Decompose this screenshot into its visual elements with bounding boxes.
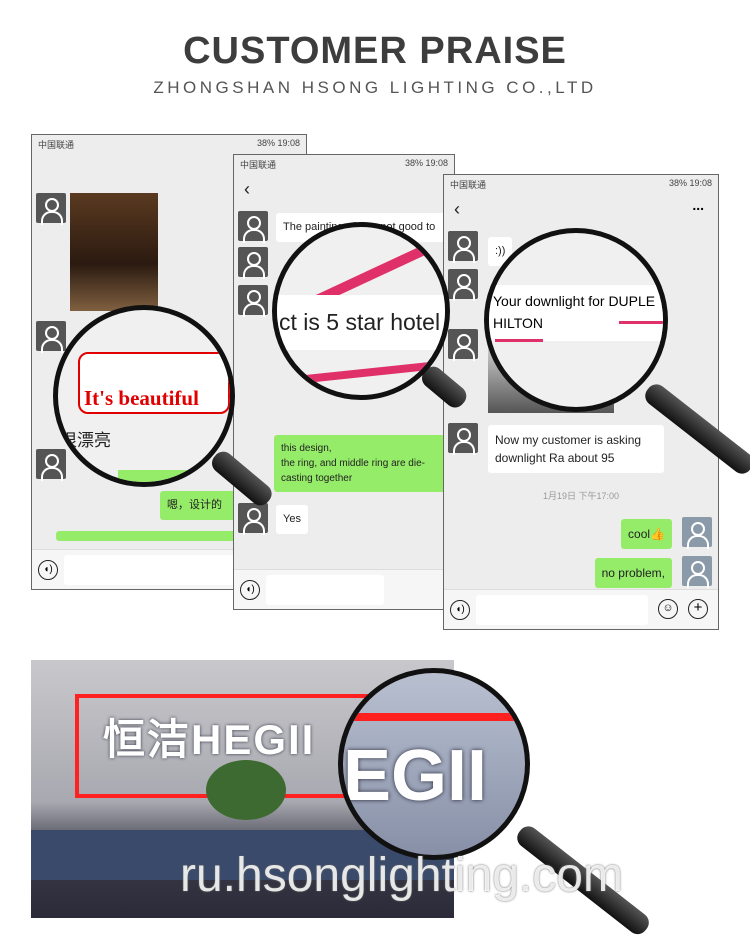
magnified-text: Your downlight for DUPLE bbox=[493, 293, 656, 309]
message-input[interactable] bbox=[266, 575, 384, 605]
avatar bbox=[36, 449, 66, 481]
status-bar: 中国联通 38% 19:08 bbox=[38, 138, 300, 150]
back-icon[interactable]: ‹ bbox=[244, 179, 250, 200]
restaurant-photo bbox=[70, 193, 158, 311]
message-bubble: no problem, bbox=[594, 558, 672, 588]
message-input[interactable] bbox=[64, 555, 236, 585]
message-input[interactable] bbox=[476, 595, 648, 625]
avatar bbox=[448, 423, 478, 455]
message-bubble: cool👍 bbox=[621, 519, 672, 549]
status-bar: 中国联通 38% 19:08 bbox=[450, 178, 712, 190]
message-bubble: Now my customer is asking downlight Ra a… bbox=[488, 425, 664, 473]
highlight-stroke bbox=[343, 713, 525, 721]
avatar bbox=[238, 211, 268, 243]
plus-icon[interactable]: + bbox=[688, 599, 708, 619]
voice-icon[interactable]: ◖) bbox=[240, 580, 260, 600]
avatar bbox=[448, 329, 478, 361]
highlight-stroke bbox=[619, 321, 663, 324]
company-name: ZHONGSHAN HSONG LIGHTING CO.,LTD bbox=[153, 78, 597, 97]
magnified-text: ct is 5 star hotel bbox=[279, 309, 441, 335]
user-avatar bbox=[682, 517, 712, 549]
timestamp: 1月19日 下午17:00 bbox=[542, 491, 620, 501]
voice-icon[interactable]: ◖) bbox=[38, 560, 58, 580]
avatar bbox=[36, 193, 66, 225]
magnifier-2: ct is 5 star hotel bbox=[272, 222, 450, 400]
emoji-icon[interactable]: ☺ bbox=[658, 599, 678, 619]
avatar bbox=[448, 269, 478, 301]
avatar bbox=[238, 247, 268, 279]
magnified-text: HILTON bbox=[493, 315, 544, 331]
avatar bbox=[238, 503, 268, 535]
watermark: ru.hsonglighting.com bbox=[180, 849, 623, 902]
input-bar: ◖) ☺ + bbox=[444, 589, 718, 629]
plant bbox=[206, 760, 286, 820]
avatar bbox=[36, 321, 66, 353]
input-bar: ◖) bbox=[234, 569, 454, 609]
sign-text: 恒洁HEGII bbox=[103, 716, 316, 763]
avatar bbox=[238, 285, 268, 317]
magnifier-3: Your downlight for DUPLE HILTON bbox=[484, 228, 668, 412]
status-bar: 中国联通 38% 19:08 bbox=[240, 158, 448, 170]
magnified-sign: EGII bbox=[343, 736, 488, 816]
magnified-text: 很漂亮 bbox=[60, 431, 111, 450]
avatar bbox=[448, 231, 478, 263]
highlight-stroke bbox=[495, 339, 543, 342]
callout-text: It's beautiful bbox=[84, 386, 199, 410]
user-avatar bbox=[682, 556, 712, 588]
voice-icon[interactable]: ◖) bbox=[450, 600, 470, 620]
back-icon[interactable]: ‹ bbox=[454, 199, 460, 220]
more-icon[interactable]: ... bbox=[692, 197, 704, 213]
magnifier-1: It's beautiful 很漂亮 bbox=[53, 305, 235, 487]
message-bubble: this design, the ring, and middle ring a… bbox=[274, 435, 454, 492]
message-bubble: Yes bbox=[276, 505, 308, 534]
magnifier-4: EGII bbox=[338, 668, 530, 860]
page-title: CUSTOMER PRAISE bbox=[183, 30, 567, 72]
